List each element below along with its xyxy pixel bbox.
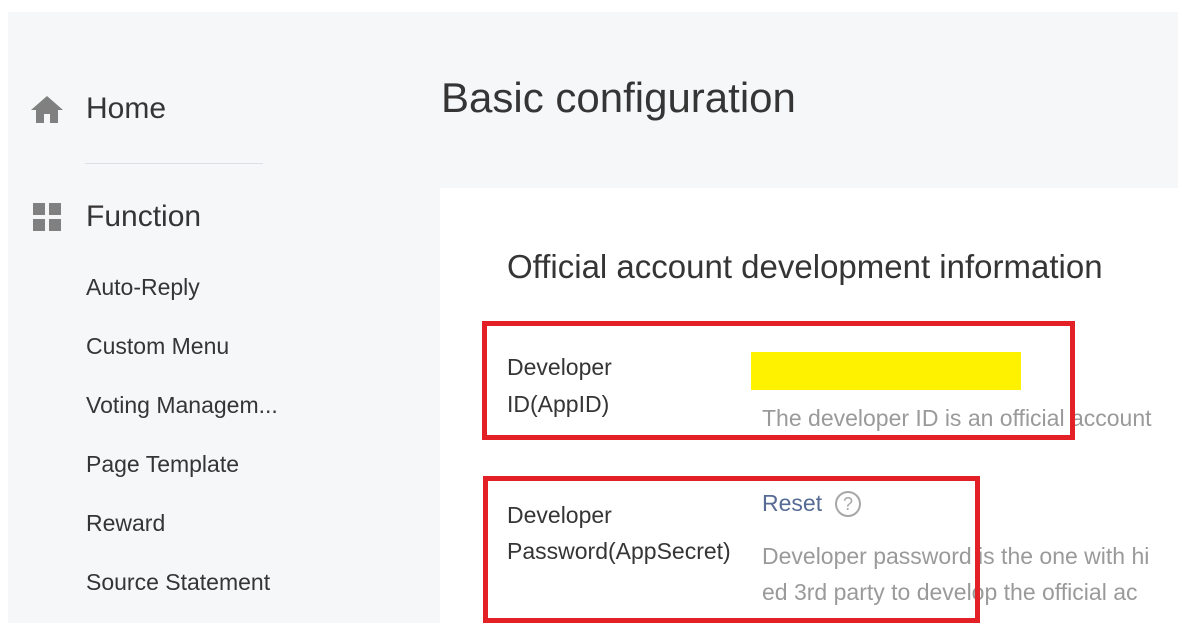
sidebar-item-custom-menu[interactable]: Custom Menu: [86, 333, 229, 360]
home-icon: [30, 92, 64, 126]
section-title: Official account development information: [507, 248, 1103, 285]
appsecret-highlight-box: [483, 476, 980, 623]
app-frame: Home Function Auto-Reply Custom Menu Vot…: [8, 12, 1178, 623]
appid-highlight-box: [482, 321, 1075, 440]
dev-info-card: Official account development information…: [440, 188, 1178, 623]
sidebar-item-reward[interactable]: Reward: [86, 510, 165, 537]
sidebar-item-page-template[interactable]: Page Template: [86, 451, 239, 478]
sidebar-home-label: Home: [86, 92, 167, 125]
grid-icon: [30, 200, 64, 234]
sidebar-item-auto-reply[interactable]: Auto-Reply: [86, 274, 200, 301]
sidebar-divider: [85, 163, 263, 164]
sidebar-function[interactable]: Function: [30, 200, 201, 234]
sidebar-item-voting-management[interactable]: Voting Managem...: [86, 392, 278, 419]
sidebar-home[interactable]: Home: [30, 92, 166, 126]
sidebar-function-label: Function: [86, 200, 202, 233]
sidebar-item-source-statement[interactable]: Source Statement: [86, 569, 270, 596]
page-title: Basic configuration: [441, 74, 796, 121]
